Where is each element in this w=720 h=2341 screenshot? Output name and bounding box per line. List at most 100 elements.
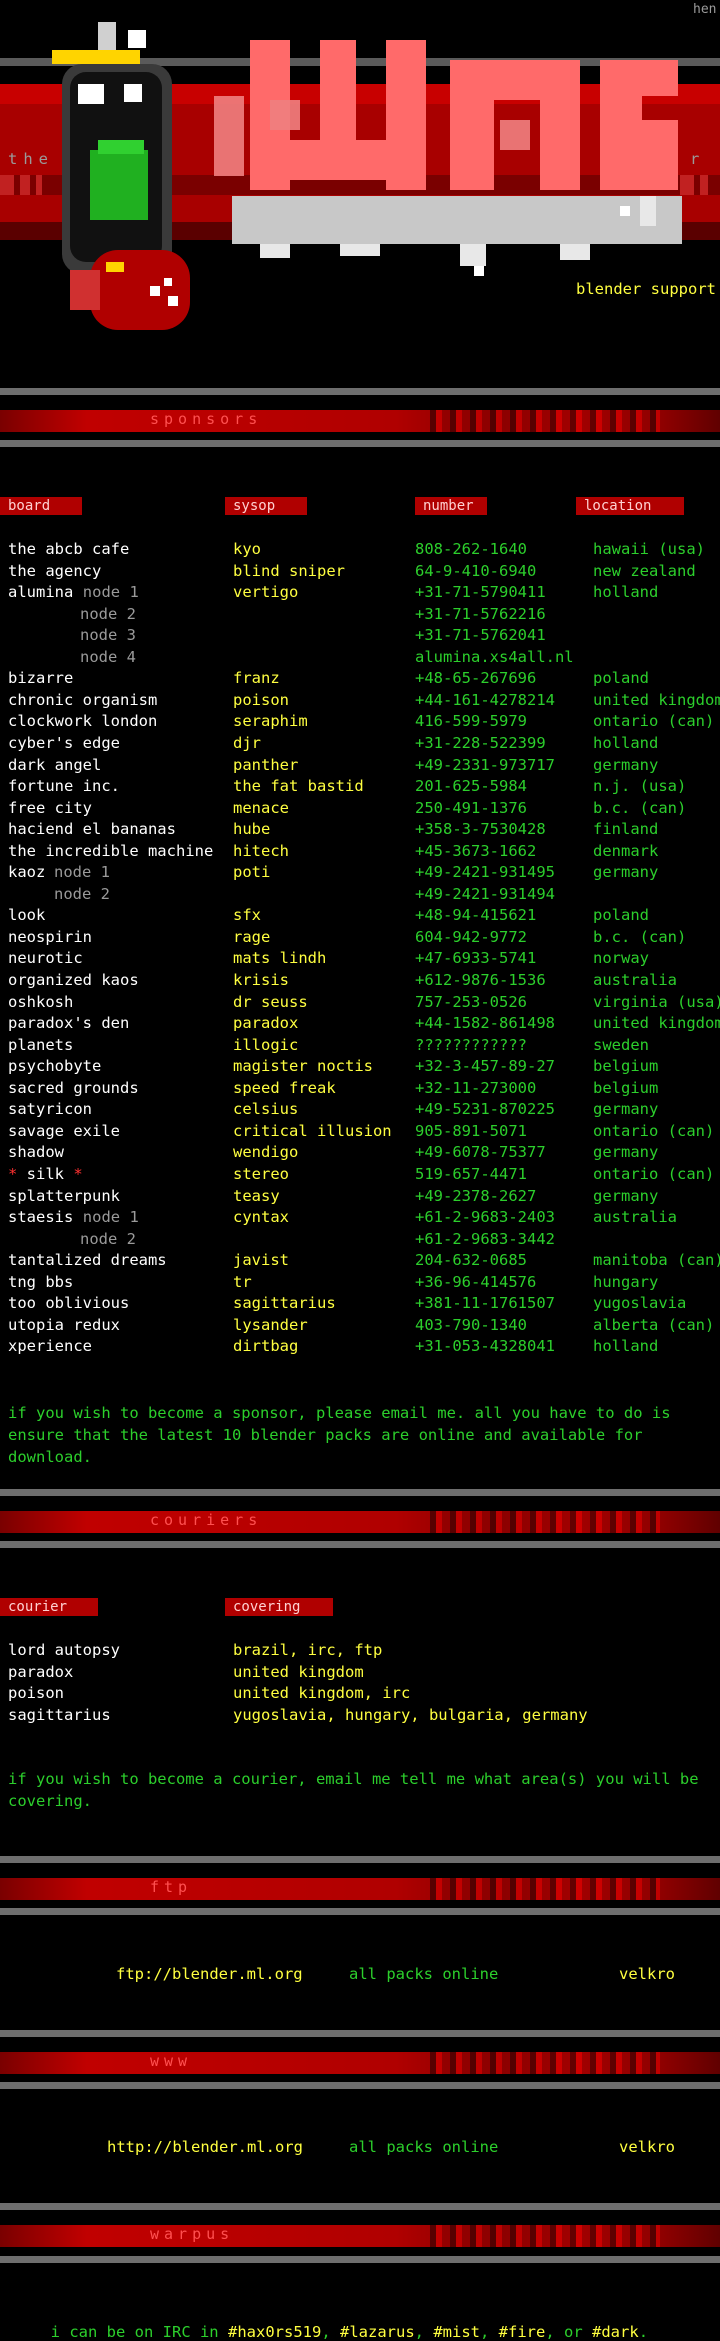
sysop-name: sfx [233,906,261,925]
phone-number: +36-96-414576 [415,1272,537,1291]
sysop-name: the fat bastid [233,777,364,796]
table-row: satyricon celsius +49-5231-870225 germany [8,1099,720,1120]
location: holland [593,1337,659,1356]
location: finland [593,820,659,839]
phone-number: +31-053-4328041 [415,1337,555,1356]
irc-channel[interactable]: #hax0rs519 [228,2323,321,2341]
divider-bottom [0,1908,720,1915]
ftp-title: ftp [150,1878,193,1896]
table-row: sacred grounds speed freak +32-11-273000 be… [8,1078,720,1099]
www-band [0,2052,720,2074]
location: belgium [593,1057,659,1076]
table-row: free city menace 250-491-1376 b.c. (can) [8,798,720,819]
board-node: node 1 [82,1208,139,1227]
divider-bottom [0,1541,720,1548]
sysop-name: rage [233,927,271,946]
board-name: the agency [8,561,102,580]
header-courier: courier [0,1598,98,1616]
phone-number: +31-228-522399 [415,733,546,752]
sysop-name: dr seuss [233,992,308,1011]
sysop-name: panther [233,755,299,774]
table-row: bizarre franz +48-65-267696 poland [8,668,720,689]
table-row: kaoz node 1 poti +49-2421-931495 germany [8,862,720,883]
ftp-status: all packs online [349,1965,499,1983]
courier-covering: yugoslavia, hungary, bulgaria, germany [233,1705,588,1724]
phone-number: +49-2421-931495 [415,863,555,882]
courier-name: paradox [8,1662,74,1681]
board-name: tantalized dreams [8,1251,167,1270]
courier-covering: brazil, irc, ftp [233,1641,383,1659]
board-node: node 1 [54,863,110,882]
board-name: staesis [8,1208,74,1227]
phone-number: +47-6933-5741 [415,949,537,968]
phone-number: 201-625-5984 [415,777,527,796]
table-row: staesis node 1 cyntax +61-2-9683-2403 austra… [8,1207,720,1228]
phone-number: +381-11-1761507 [415,1294,555,1313]
ftp-url-link[interactable]: ftp://blender.ml.org [116,1965,303,1983]
divider-top [0,1489,720,1496]
sysop-name: paradox [233,1014,299,1033]
sponsor-note: if you wish to become a sponsor, please … [8,1404,671,1466]
location: hungary [593,1272,659,1291]
location: virginia (usa) [593,992,720,1011]
board-name: fortune inc. [8,777,120,796]
sysop-name: magister noctis [233,1057,373,1076]
logo-left-word: the [8,150,54,168]
star-icon: * [8,1164,27,1183]
sysop-name: hitech [233,841,289,860]
warpus-band [0,2225,720,2247]
sysop-name: mats lindh [233,949,327,968]
divider-top [0,1856,720,1863]
irc-channel[interactable]: #dark [592,2323,639,2341]
location: germany [593,755,659,774]
board-node: node 2 [54,884,110,903]
table-row: paradox's den paradox +44-1582-861498 unite… [8,1013,720,1034]
board-label: silk [26,1164,64,1183]
location: belgium [593,1078,659,1097]
table-row: neurotic mats lindh +47-6933-5741 norway [8,948,720,969]
courier-note: if you wish to become a courier, email m… [8,1770,699,1810]
irc-channel[interactable]: #mist [433,2323,480,2341]
board-name: psychobyte [8,1057,102,1076]
phone-number: 204-632-0685 [415,1251,527,1270]
phone-number: +49-2378-2627 [415,1186,537,1205]
irc-line: i can be on IRC in #hax0rs519, #lazarus,… [50,2323,649,2341]
board-name: shadow [8,1143,64,1162]
board-node: node 2 [80,604,136,623]
table-row: the abcb cafe kyo 808-262-1640 hawaii (usa) [8,539,720,560]
location: sweden [593,1035,649,1054]
phone-number: +44-161-4278214 [415,690,555,709]
sysop-name: teasy [233,1186,280,1205]
board-name: bizarre [8,669,74,688]
location: poland [593,906,649,925]
divider-top [0,2203,720,2210]
sponsors-title: sponsors [150,410,263,428]
phone-number: +358-3-7530428 [415,820,546,839]
location: denmark [593,841,659,860]
divider-bottom [0,2082,720,2089]
board-name: organized kaos [8,971,139,989]
board-name: haciend el bananas [8,820,176,839]
board-node: node 2 [80,1229,136,1248]
warpus-title: warpus [150,2225,235,2243]
logo-right-letter: r [690,150,700,168]
location: yugoslavia [593,1294,687,1313]
phone-number: 604-942-9772 [415,927,527,946]
irc-channel[interactable]: #fire [499,2323,546,2341]
header-number: number [415,497,487,515]
irc-channel[interactable]: #lazarus [340,2323,415,2341]
sysop-name: kyo [233,540,261,558]
table-row: too oblivious sagittarius +381-11-1761507 y… [8,1293,720,1314]
location: ontario (can) [593,1164,715,1183]
www-url-link[interactable]: http://blender.ml.org [107,2138,303,2156]
board-name: cyber's edge [8,733,120,752]
board-name: free city [8,798,92,817]
phone-number: +31-71-5762216 [415,604,546,623]
sysop-name: poti [233,863,271,882]
phone-number: 757-253-0526 [415,992,527,1011]
phone-number: +61-2-9683-3442 [415,1229,555,1248]
board-name: * silk * [8,1164,83,1185]
courier-name: lord autopsy [8,1641,120,1659]
board-name: savage exile [8,1121,120,1140]
board-name: alumina [8,583,74,602]
